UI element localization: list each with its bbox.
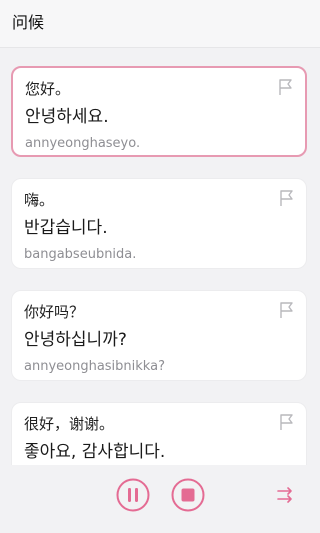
chinese-text: 您好。 xyxy=(25,80,71,98)
phrase-card[interactable]: 很好，谢谢。 좋아요, 감사합니다. xyxy=(11,402,307,465)
korean-text: 좋아요, 감사합니다. xyxy=(24,442,166,462)
playback-controls xyxy=(0,465,320,533)
flag-icon[interactable] xyxy=(278,301,296,319)
korean-text: 안녕하십니까? xyxy=(24,330,127,350)
chinese-text: 嗨。 xyxy=(24,191,55,209)
flag-icon[interactable] xyxy=(278,189,296,207)
app-screen: 问候 您好。 안녕하세요. annyeonghaseyo. 嗨。 반갑습니다. … xyxy=(0,0,320,533)
stop-icon[interactable] xyxy=(171,478,205,512)
phrase-list[interactable]: 您好。 안녕하세요. annyeonghaseyo. 嗨。 반갑습니다. ban… xyxy=(0,48,320,465)
phrase-card[interactable]: 您好。 안녕하세요. annyeonghaseyo. xyxy=(11,66,307,157)
flag-icon[interactable] xyxy=(277,78,295,96)
page-title: 问候 xyxy=(12,13,45,32)
korean-text: 반갑습니다. xyxy=(24,218,108,238)
flag-icon[interactable] xyxy=(278,413,296,431)
top-bar: 问候 xyxy=(0,0,320,48)
chinese-text: 很好，谢谢。 xyxy=(24,415,115,433)
romanization-text: annyeonghaseyo. xyxy=(25,136,141,151)
chinese-text: 你好吗？ xyxy=(24,303,85,321)
romanization-text: bangabseubnida. xyxy=(24,247,137,262)
shuffle-icon[interactable] xyxy=(276,485,296,505)
pause-icon[interactable] xyxy=(116,478,150,512)
romanization-text: annyeonghasibnikka? xyxy=(24,359,165,374)
phrase-card[interactable]: 你好吗？ 안녕하십니까? annyeonghasibnikka? xyxy=(11,290,307,381)
phrase-card[interactable]: 嗨。 반갑습니다. bangabseubnida. xyxy=(11,178,307,269)
korean-text: 안녕하세요. xyxy=(25,107,109,127)
